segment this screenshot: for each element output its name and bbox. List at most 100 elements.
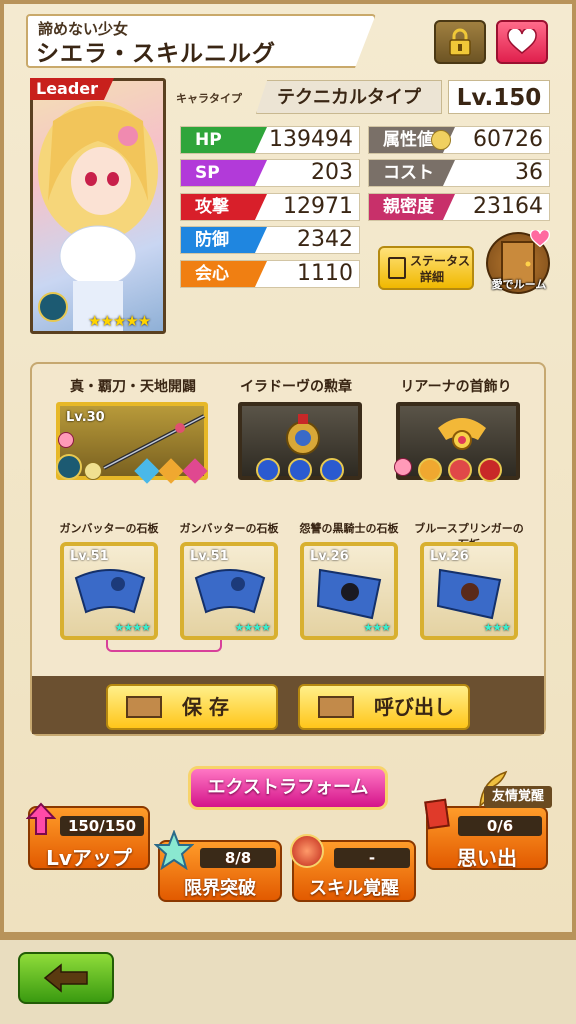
heart-icon	[507, 29, 537, 54]
character-name: シエラ・スキルニルグ	[36, 41, 276, 67]
leader-tag: Leader	[30, 78, 114, 100]
stat-value: 36	[515, 160, 543, 185]
equip-slot-necklace[interactable]	[394, 402, 520, 482]
stat-label: HP	[181, 127, 267, 153]
level-up-label: Lvアップ	[46, 846, 132, 870]
save-label: 保 存	[182, 695, 229, 719]
stone-title: ガンバッターの石板	[59, 522, 159, 535]
stat-label: 攻撃	[181, 194, 267, 220]
save-icon	[126, 696, 162, 718]
list-icon	[388, 257, 406, 279]
tablet-icon	[436, 568, 502, 620]
load-label: 呼び出し	[374, 695, 454, 719]
stat-label: 親密度	[369, 194, 455, 220]
stat-row-affinity: 親密度 23164	[368, 193, 550, 221]
love-room-label: 愛でルーム	[491, 278, 547, 291]
stat-row-attribute: 属性値 60726	[368, 126, 550, 154]
equip-slot-weapon[interactable]: Lv.30	[56, 402, 208, 484]
friend-awaken-tag: 友情覚醒	[484, 786, 552, 808]
status-detail-button[interactable]: ステータス 詳細	[378, 246, 474, 290]
chartype-label: キャラタイプ	[176, 92, 242, 105]
demon-icon	[320, 458, 344, 482]
stat-row-cost: コスト 36	[368, 159, 550, 187]
special-icon	[478, 458, 502, 482]
skill-awaken-label: スキル覚醒	[309, 878, 399, 899]
stone-title: 怨讐の黒騎士の石板	[299, 522, 399, 535]
attribute-icon	[431, 130, 451, 150]
skill-awaken-button[interactable]: - スキル覚醒	[290, 834, 416, 902]
medal-icon	[286, 414, 320, 455]
up-arrow-icon	[26, 802, 56, 835]
demon-icon	[288, 458, 312, 482]
equip-title-necklace: リアーナの首飾り	[400, 379, 512, 395]
stat-value: 203	[311, 160, 353, 185]
save-button[interactable]: 保 存	[106, 684, 278, 730]
stone-stars: ★★★	[363, 621, 391, 634]
stat-value: 1110	[297, 261, 353, 286]
load-icon	[318, 696, 354, 718]
back-arrow-icon	[43, 963, 88, 993]
stone-card[interactable]: Lv.26 ★★★	[300, 542, 398, 640]
skill-orb-icon	[290, 834, 324, 868]
necklace-icon	[438, 418, 486, 450]
limit-break-button[interactable]: 8/8 限界突破	[154, 830, 282, 902]
level-up-button[interactable]: 150/150 Lvアップ	[26, 802, 150, 870]
love-heart-icon	[529, 228, 551, 248]
stat-label: SP	[181, 160, 267, 186]
stone-level: Lv.51	[190, 549, 229, 564]
status-detail-label-2: 詳細	[420, 270, 445, 284]
memory-label: 思い出	[457, 846, 517, 870]
stone-stars: ★★★	[483, 621, 511, 634]
element-icon	[38, 292, 68, 322]
memory-button[interactable]: 0/6 思い出	[424, 798, 548, 870]
demon-icon	[256, 458, 280, 482]
stone-card[interactable]: Lv.26 ★★★	[420, 542, 518, 640]
level-counter: 150/150	[60, 816, 144, 836]
stone-level: Lv.26	[310, 549, 349, 564]
stat-value: 12971	[283, 194, 353, 219]
lock-heart-icon	[394, 458, 412, 476]
stone-stars: ★★★★	[234, 621, 271, 634]
equip-level: Lv.30	[66, 410, 105, 425]
stone-card[interactable]: Lv.51 ★★★★	[60, 542, 158, 640]
padlock-icon	[449, 28, 471, 56]
favorite-button[interactable]	[496, 20, 548, 64]
stone-stars: ★★★★	[114, 621, 151, 634]
star-gem-icon	[154, 830, 194, 870]
back-button[interactable]	[18, 952, 114, 1004]
stat-label: 会心	[181, 261, 267, 287]
book-icon	[424, 798, 450, 830]
stat-label: コスト	[369, 160, 455, 186]
star-icon	[418, 458, 442, 482]
link-bracket	[106, 640, 222, 652]
stat-value: 139494	[269, 127, 353, 152]
limit-break-label: 限界突破	[184, 878, 256, 899]
lock-heart-icon	[58, 432, 74, 448]
skill-counter: -	[334, 848, 410, 868]
equip-title-medal: イラドーヴの勲章	[240, 379, 352, 395]
tablet-icon	[316, 568, 382, 620]
stat-row-attack: 攻撃 12971	[180, 193, 360, 221]
lock-button[interactable]	[434, 20, 486, 64]
tablet-icon	[194, 569, 266, 614]
level-display: Lv.150	[448, 80, 550, 114]
element-icon	[56, 454, 82, 480]
stat-value: 23164	[473, 194, 543, 219]
status-detail-label-1: ステータス	[410, 254, 471, 268]
tablet-icon	[74, 569, 146, 614]
stat-value: 60726	[473, 127, 543, 152]
stat-value: 2342	[297, 227, 353, 252]
attribute-icon	[84, 462, 102, 480]
equip-slot-medal[interactable]	[238, 402, 362, 482]
extra-form-button[interactable]: エクストラフォーム	[188, 766, 388, 810]
stat-row-defense: 防御 2342	[180, 226, 360, 254]
stat-row-sp: SP 203	[180, 159, 360, 187]
chartype-value: テクニカルタイプ	[256, 80, 442, 114]
stone-title: ガンバッターの石板	[179, 522, 279, 535]
stone-card[interactable]: Lv.51 ★★★★	[180, 542, 278, 640]
stat-label: 防御	[181, 227, 267, 253]
memory-counter: 0/6	[458, 816, 542, 836]
load-button[interactable]: 呼び出し	[298, 684, 470, 730]
rarity-stars: ★★★★★	[88, 312, 151, 330]
stat-row-critical: 会心 1110	[180, 260, 360, 288]
